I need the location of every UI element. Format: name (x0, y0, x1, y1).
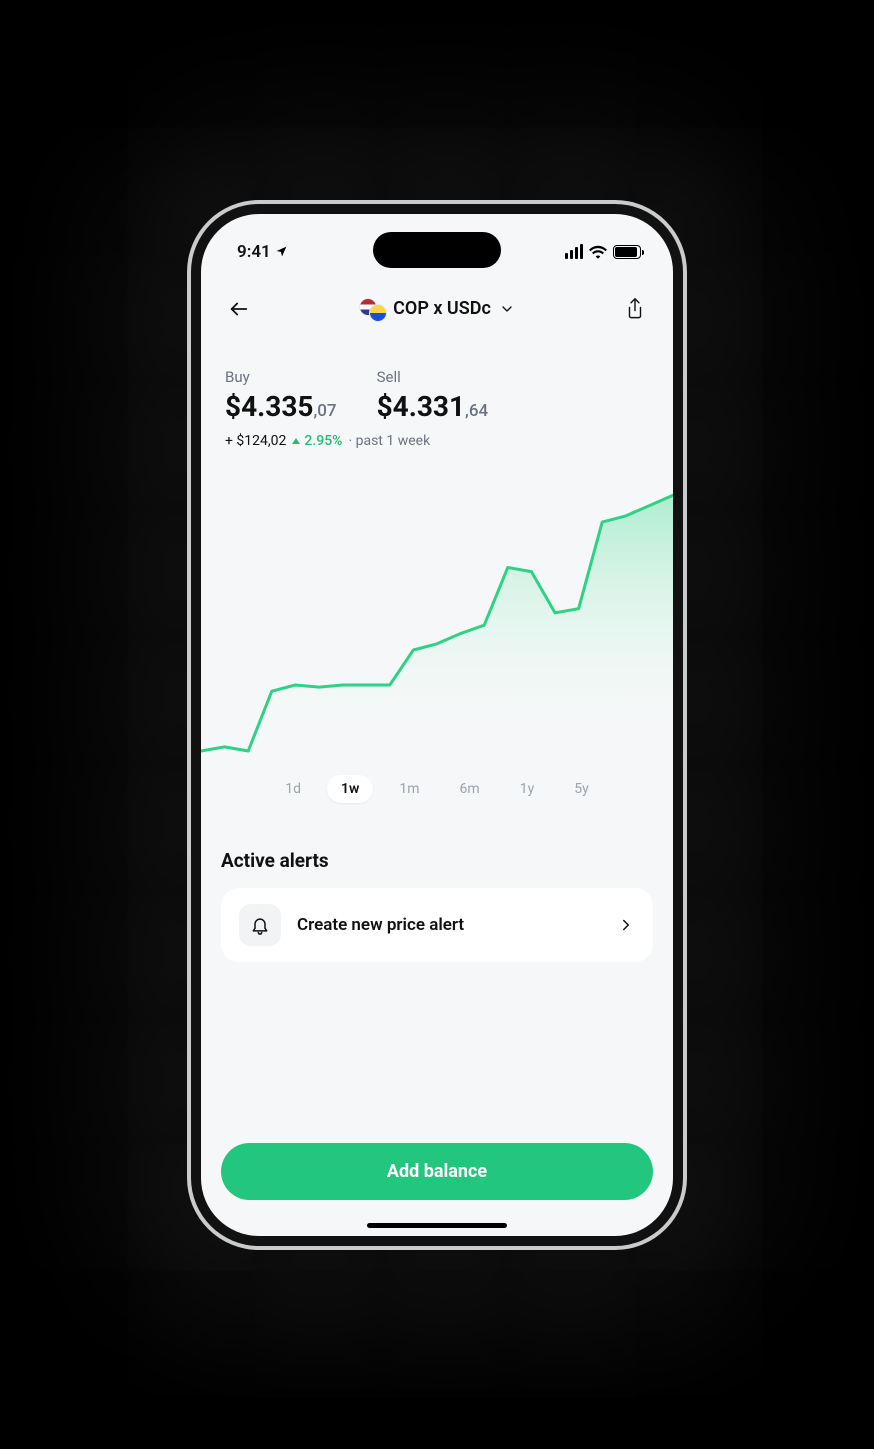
bell-icon-box (239, 904, 281, 946)
pair-flags-icon (359, 298, 385, 320)
buy-whole: $4.335 (225, 390, 313, 423)
range-tab-1y[interactable]: 1y (506, 775, 549, 803)
sell-price-block: Sell $4.331,64 (377, 368, 489, 423)
prices-row: Buy $4.335,07 Sell $4.331,64 (201, 332, 673, 423)
cellular-icon (565, 244, 583, 259)
status-right (565, 244, 641, 259)
sell-decimal: ,64 (465, 401, 488, 421)
app-header: COP x USDc (201, 282, 673, 332)
chart-svg (201, 477, 673, 757)
chevron-down-icon (499, 301, 515, 317)
phone-bezel: 9:41 COP x USDc (191, 204, 683, 1246)
buy-decimal: ,07 (313, 401, 336, 421)
range-tab-1d[interactable]: 1d (271, 775, 315, 803)
share-button[interactable] (619, 293, 651, 325)
app-screen: 9:41 COP x USDc (201, 214, 673, 1236)
delta-pct: 2.95% (292, 433, 342, 449)
delta-pct-text: 2.95% (304, 433, 342, 449)
pair-selector[interactable]: COP x USDc (359, 298, 515, 320)
buy-value: $4.335,07 (225, 390, 337, 423)
sell-whole: $4.331 (377, 390, 465, 423)
arrow-left-icon (228, 298, 250, 320)
delta-abs: + $124,02 (225, 433, 286, 449)
status-time: 9:41 (237, 242, 288, 262)
dynamic-island (373, 232, 501, 268)
location-icon (275, 245, 288, 258)
alerts-section: Active alerts Create new price alert (201, 803, 673, 962)
home-indicator[interactable] (367, 1223, 507, 1228)
range-tab-1m[interactable]: 1m (385, 775, 433, 803)
range-tab-6m[interactable]: 6m (446, 775, 494, 803)
add-balance-button[interactable]: Add balance (221, 1143, 653, 1200)
pair-label: COP x USDc (393, 298, 491, 319)
battery-icon (613, 245, 641, 259)
chevron-right-icon (617, 916, 635, 934)
delta-period: · past 1 week (348, 433, 430, 449)
buy-price-block: Buy $4.335,07 (225, 368, 337, 423)
range-tab-5y[interactable]: 5y (560, 775, 603, 803)
status-time-text: 9:41 (237, 242, 271, 262)
sell-value: $4.331,64 (377, 390, 489, 423)
back-button[interactable] (223, 293, 255, 325)
delta-row: + $124,02 2.95% · past 1 week (201, 423, 673, 449)
buy-label: Buy (225, 368, 337, 386)
share-icon (625, 298, 645, 320)
sell-label: Sell (377, 368, 489, 386)
triangle-up-icon (292, 438, 300, 444)
create-alert-row[interactable]: Create new price alert (221, 888, 653, 962)
range-tab-1w[interactable]: 1w (327, 775, 373, 803)
wifi-icon (589, 245, 607, 259)
create-alert-label: Create new price alert (297, 915, 601, 935)
range-tabs: 1d 1w 1m 6m 1y 5y (201, 775, 673, 803)
price-chart[interactable] (201, 477, 673, 757)
alerts-title: Active alerts (221, 849, 653, 872)
add-balance-label: Add balance (387, 1161, 487, 1182)
phone-frame: 9:41 COP x USDc (187, 200, 687, 1250)
bell-icon (250, 915, 270, 935)
